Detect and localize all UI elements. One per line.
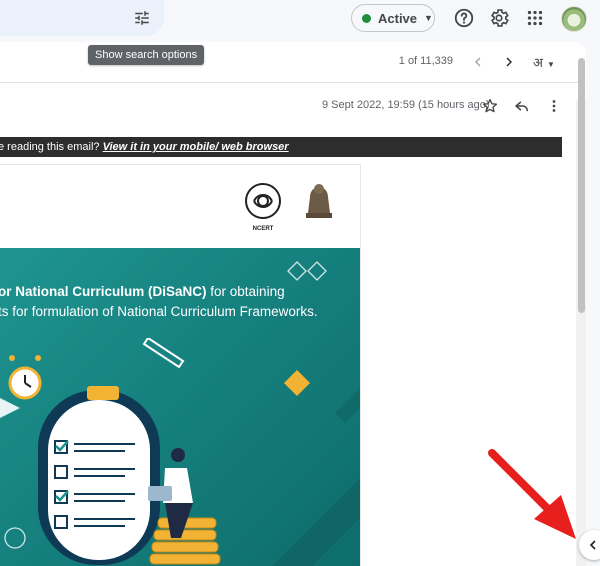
ncert-emblem: NCERT [245, 183, 281, 232]
search-bar [0, 0, 164, 36]
caret-down-icon: ▼ [424, 13, 433, 23]
star-icon[interactable] [481, 97, 499, 115]
status-label: Active [378, 10, 418, 26]
ncert-logos: NCERT [245, 183, 332, 232]
tune-icon[interactable] [133, 9, 151, 27]
headline-line-2: ts for formulation of National Curriculu… [0, 304, 318, 319]
national-emblem [306, 184, 332, 218]
scrollbar-thumb[interactable] [578, 58, 585, 313]
newer-chevron-icon[interactable] [470, 54, 486, 70]
pagination-count: 1 of 11,339 [398, 55, 453, 67]
input-tools-button[interactable]: अ ▼ [533, 53, 555, 71]
logo-caption: NCERT [253, 226, 274, 232]
diamond-outline-decor [287, 261, 327, 281]
survey-illustration [0, 338, 360, 566]
announcement-headline: or National Curriculum (DiSaNC) for obta… [0, 282, 360, 322]
more-vert-icon[interactable] [545, 97, 563, 115]
search-options-tooltip: Show search options [88, 45, 205, 65]
gear-icon[interactable] [488, 7, 510, 29]
browser-view-banner: e reading this email? View it in your mo… [0, 137, 562, 157]
mail-view: 1 of 11,339 अ ▼ 9 Sept 2022, 19:59 (15 ho… [0, 42, 586, 566]
announcement-banner: or National Curriculum (DiSaNC) for obta… [0, 248, 360, 566]
status-dropdown[interactable]: Active ▼ [351, 4, 435, 32]
language-label: अ [533, 55, 543, 70]
headline-bold: or National Curriculum (DiSaNC) [0, 284, 207, 299]
message-date: 9 Sept 2022, 19:59 (15 hours ago) [322, 99, 490, 111]
banner-prefix: e reading this email? [0, 141, 103, 153]
reply-icon[interactable] [513, 97, 531, 115]
headline-rest: for obtaining [206, 284, 285, 299]
older-chevron-icon[interactable] [501, 54, 517, 70]
help-icon[interactable] [453, 7, 475, 29]
view-in-browser-link[interactable]: View it in your mobile/ web browser [103, 141, 289, 153]
active-status-dot [362, 13, 371, 23]
account-avatar[interactable] [561, 6, 587, 32]
chevron-left-icon [589, 540, 596, 550]
newsletter-body: NCERT or National Curriculum (DiSaNC) fo… [0, 164, 361, 566]
caret-down-icon: ▼ [546, 60, 555, 69]
apps-grid-icon[interactable] [524, 7, 546, 29]
